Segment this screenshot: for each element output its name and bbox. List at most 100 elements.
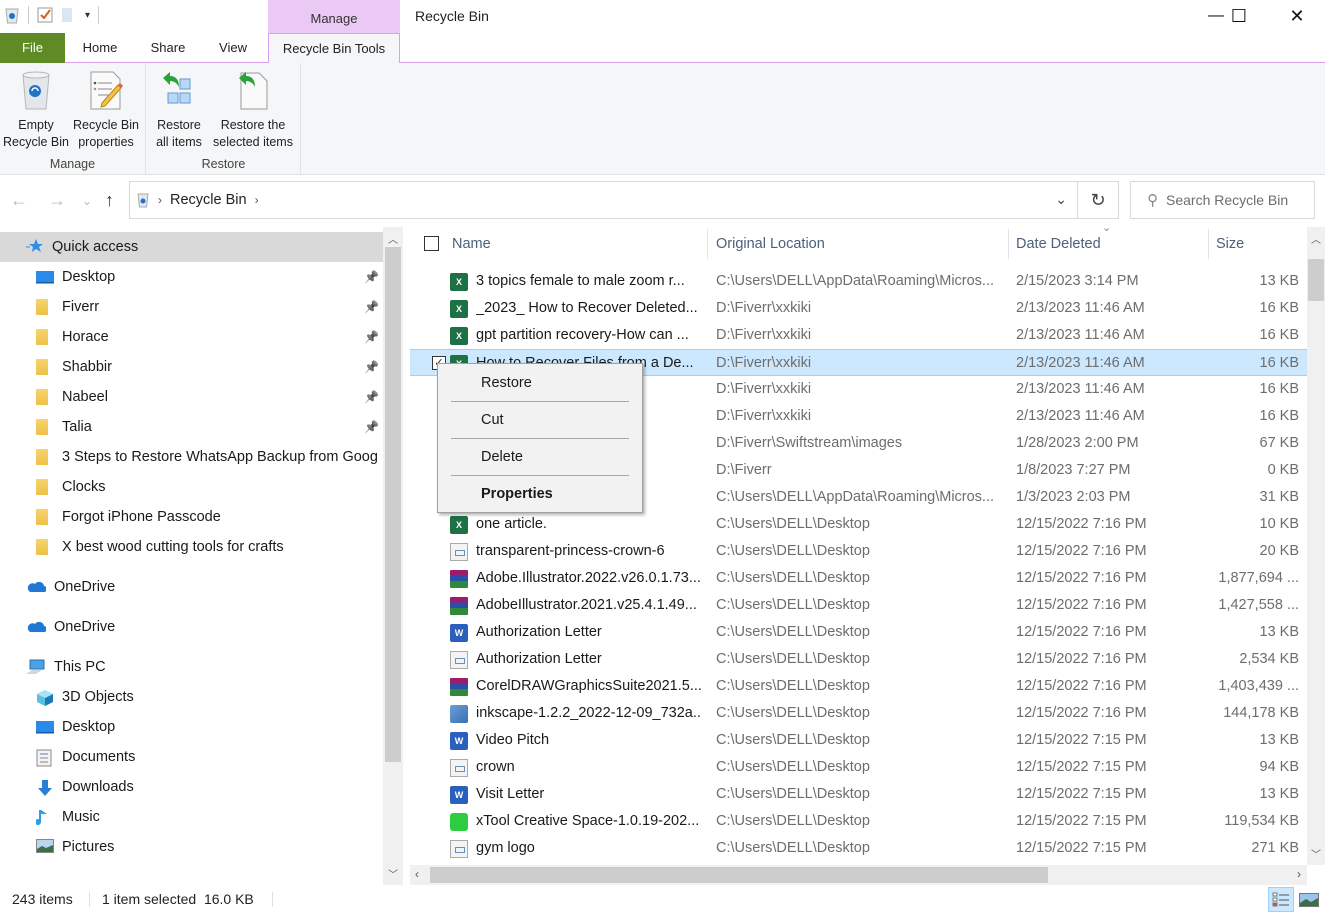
file-row[interactable]: Xgpt partition recovery-How can ... D:\Fi… <box>410 322 1307 349</box>
properties-check-icon[interactable] <box>37 6 53 24</box>
restore-selected-items-button[interactable]: Restore the selected items <box>207 69 299 151</box>
file-row[interactable]: inkscape-1.2.2_2022-12-09_732a... C:\User… <box>410 700 1307 727</box>
file-row[interactable]: crown C:\Users\DELL\Desktop 12/15/2022 7:1… <box>410 754 1307 781</box>
recycle-bin-properties-button[interactable]: Recycle Bin properties <box>70 69 142 151</box>
sidebar-item-onedrive[interactable]: OneDrive <box>0 572 383 602</box>
file-size: 119,534 KB <box>1224 813 1299 829</box>
file-row[interactable]: W Video Pitch C:\Users\DELL\Desktop 12/15/2… <box>410 727 1307 754</box>
file-row[interactable]: Adobe.Illustrator.2022.v26.0.1.73... C:\U… <box>410 565 1307 592</box>
search-box[interactable]: ⚲ <box>1130 181 1315 219</box>
back-button[interactable]: ← <box>10 190 28 211</box>
navigation-pane-scrollbar[interactable]: ︿ ﹀ <box>383 227 403 885</box>
file-row[interactable]: CorelDRAWGraphicsSuite2021.5... C:\Users\… <box>410 673 1307 700</box>
up-button[interactable]: ↑ <box>105 190 114 211</box>
file-list-horizontal-scrollbar[interactable]: ‹ › <box>410 865 1307 885</box>
file-row[interactable]: Xone article. C:\Users\DELL\Desktop 12/15/… <box>410 511 1307 538</box>
column-divider[interactable] <box>707 229 708 259</box>
scrollbar-thumb[interactable] <box>1308 259 1324 301</box>
sidebar-item-documents[interactable]: Documents <box>0 742 383 772</box>
sidebar-item-3-steps-to-restore-whatsapp-backup-from-goog[interactable]: 3 Steps to Restore WhatsApp Backup from … <box>0 442 383 472</box>
file-row[interactable]: X _2023_ How to Recover Deleted... D:\Five… <box>410 295 1307 322</box>
sidebar-item-3d-objects[interactable]: 3D Objects <box>0 682 383 712</box>
context-menu-cut[interactable]: Cut <box>439 405 641 435</box>
context-menu-restore[interactable]: Restore <box>439 368 641 398</box>
pin-icon[interactable]: 📌 <box>364 360 379 374</box>
file-row[interactable]: transparent-princess-crown-6 C:\Users\DEL… <box>410 538 1307 565</box>
scroll-up-icon[interactable]: ︿ <box>383 231 403 246</box>
tab-view[interactable]: View <box>210 33 256 63</box>
scrollbar-thumb[interactable] <box>385 247 401 762</box>
file-row[interactable]: gym logo C:\Users\DELL\Desktop 12/15/2022 … <box>410 835 1307 862</box>
recent-locations-button[interactable]: ⌄ <box>82 194 92 208</box>
item-count: 243 items <box>12 891 73 907</box>
sidebar-item-music[interactable]: Music <box>0 802 383 832</box>
restore-all-items-button[interactable]: Restore all items <box>151 69 207 151</box>
tab-share[interactable]: Share <box>143 33 193 63</box>
sidebar-item-forgot-iphone-passcode[interactable]: Forgot iPhone Passcode <box>0 502 383 532</box>
sidebar-item-downloads[interactable]: Downloads <box>0 772 383 802</box>
sidebar-item-nabeel[interactable]: Nabeel 📌 <box>0 382 383 412</box>
scroll-down-icon[interactable]: ﹀ <box>383 866 403 881</box>
sidebar-item-shabbir[interactable]: Shabbir 📌 <box>0 352 383 382</box>
scroll-left-icon[interactable]: ‹ <box>415 867 419 881</box>
file-list-scrollbar[interactable]: ︿ ﹀ <box>1307 227 1325 865</box>
file-date-deleted: 12/15/2022 7:15 PM <box>1016 732 1147 748</box>
file-row[interactable]: AdobeIllustrator.2021.v25.4.1.49... C:\Us… <box>410 592 1307 619</box>
breadcrumb-chevron-icon[interactable]: › <box>158 193 162 207</box>
sidebar-item-desktop[interactable]: Desktop <box>0 712 383 742</box>
details-view-button[interactable] <box>1268 887 1294 912</box>
file-row[interactable]: W Authorization Letter C:\Users\DELL\Deskt… <box>410 619 1307 646</box>
sidebar-item-this-pc[interactable]: This PC <box>0 652 383 682</box>
pin-icon[interactable]: 📌 <box>364 270 379 284</box>
context-menu-delete[interactable]: Delete <box>439 442 641 472</box>
sidebar-item-pictures[interactable]: Pictures <box>0 832 383 862</box>
file-row[interactable]: xTool Creative Space-1.0.19-202... C:\Use… <box>410 808 1307 835</box>
tab-file[interactable]: File <box>0 33 65 63</box>
column-header-original-location[interactable]: Original Location <box>716 227 825 261</box>
context-menu-properties[interactable]: Properties <box>439 479 641 509</box>
breadcrumb-chevron-icon[interactable]: › <box>255 193 259 207</box>
sidebar-item-fiverr[interactable]: Fiverr 📌 <box>0 292 383 322</box>
maximize-button[interactable]: ☐ <box>1216 0 1262 32</box>
status-divider <box>89 892 90 907</box>
pin-icon[interactable]: 📌 <box>364 390 379 404</box>
sidebar-item-talia[interactable]: Talia 📌 <box>0 412 383 442</box>
breadcrumb-recycle-bin[interactable]: Recycle Bin <box>170 192 247 208</box>
sidebar-item-clocks[interactable]: Clocks <box>0 472 383 502</box>
column-divider[interactable] <box>1208 229 1209 259</box>
refresh-button[interactable]: ↻ <box>1077 181 1119 219</box>
pin-icon[interactable]: 📌 <box>364 300 379 314</box>
empty-recycle-bin-button[interactable]: Empty Recycle Bin <box>3 69 69 151</box>
tab-home[interactable]: Home <box>73 33 127 63</box>
scroll-right-icon[interactable]: › <box>1297 867 1301 881</box>
address-dropdown-icon[interactable]: ⌄ <box>1055 191 1067 208</box>
sidebar-item-label: OneDrive <box>54 579 116 595</box>
select-all-checkbox[interactable] <box>424 236 439 251</box>
new-folder-icon[interactable] <box>61 6 77 24</box>
file-row[interactable]: Authorization Letter C:\Users\DELL\Deskto… <box>410 646 1307 673</box>
recycle-bin-icon[interactable] <box>4 6 20 24</box>
column-header-size[interactable]: Size <box>1216 227 1244 261</box>
column-header-name[interactable]: Name <box>452 227 491 261</box>
scroll-up-icon[interactable]: ︿ <box>1307 231 1325 246</box>
pin-icon[interactable]: 📌 <box>364 420 379 434</box>
file-row[interactable]: W Visit Letter C:\Users\DELL\Desktop 12/15/… <box>410 781 1307 808</box>
search-input[interactable] <box>1166 192 1306 208</box>
sidebar-item-horace[interactable]: Horace 📌 <box>0 322 383 352</box>
file-row[interactable]: X 3 topics female to male zoom r... C:\Use… <box>410 268 1307 295</box>
column-divider[interactable] <box>1008 229 1009 259</box>
large-icons-view-button[interactable] <box>1296 887 1322 912</box>
sidebar-item-onedrive[interactable]: OneDrive <box>0 612 383 642</box>
column-header-date-deleted[interactable]: Date Deleted <box>1016 227 1101 261</box>
close-button[interactable]: ✕ <box>1274 0 1320 32</box>
address-bar[interactable]: › Recycle Bin › ⌄ <box>129 181 1078 219</box>
pin-icon[interactable]: 📌 <box>364 330 379 344</box>
customize-toolbar-dropdown-icon[interactable]: ▾ <box>85 10 90 21</box>
forward-button[interactable]: → <box>48 190 66 211</box>
scrollbar-thumb[interactable] <box>430 867 1048 883</box>
sidebar-item-quick-access[interactable]: Quick access <box>0 232 383 262</box>
scroll-down-icon[interactable]: ﹀ <box>1307 846 1325 861</box>
sidebar-item-desktop[interactable]: Desktop 📌 <box>0 262 383 292</box>
sidebar-item-x-best-wood-cutting-tools-for-crafts[interactable]: X best wood cutting tools for crafts <box>0 532 383 562</box>
tab-recycle-bin-tools[interactable]: Recycle Bin Tools <box>268 33 400 64</box>
